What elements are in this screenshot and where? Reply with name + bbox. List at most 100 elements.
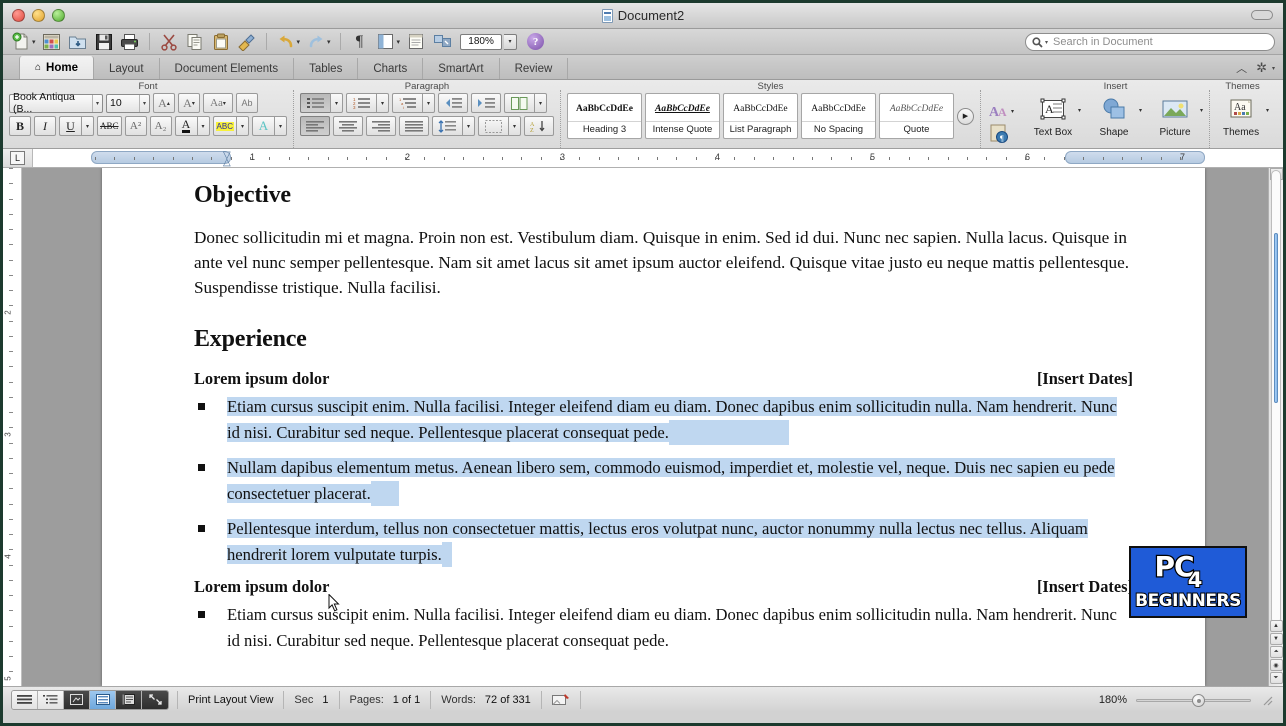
styles-more-button[interactable]: ▶ [957, 108, 974, 125]
bullets-caret-icon[interactable]: ▾ [330, 93, 343, 113]
font-size-caret-icon[interactable]: ▾ [139, 95, 146, 112]
list-item[interactable]: Pellentesque interdum, tellus non consec… [194, 516, 1133, 567]
save-floppy-icon[interactable] [92, 31, 116, 53]
toolbar-toggle-pill[interactable] [1251, 10, 1273, 20]
picture-button[interactable]: Picture [1150, 93, 1200, 138]
zoom-slider-knob[interactable] [1192, 694, 1205, 707]
next-page-icon[interactable]: ⏷ [1270, 672, 1283, 684]
columns-control[interactable]: ▾ [504, 93, 547, 113]
print-layout-icon[interactable] [90, 691, 116, 709]
zoom-dropdown-caret-icon[interactable]: ▾ [504, 34, 517, 50]
numbered-list-icon[interactable]: 123 [346, 93, 376, 113]
borders-caret-icon[interactable]: ▾ [508, 116, 521, 136]
document-page[interactable]: Objective Donec sollicitudin mi et magna… [102, 168, 1205, 686]
bulleted-list-icon[interactable] [300, 93, 330, 113]
grow-font-button[interactable]: A▴ [153, 93, 175, 113]
font-color-caret-icon[interactable]: ▾ [197, 116, 210, 136]
previous-page-icon[interactable]: ⏶ [1270, 646, 1283, 658]
sort-az-icon[interactable]: AZ [524, 116, 554, 136]
undo-arrow-icon[interactable] [274, 31, 298, 53]
track-changes-icon[interactable] [552, 693, 570, 706]
copy-icon[interactable] [183, 31, 207, 53]
shape-control[interactable]: Shape ▾ [1089, 93, 1142, 138]
font-name-combo[interactable]: Book Antiqua (B... ▾ [9, 94, 103, 113]
highlight-control[interactable]: ABC ▾ [213, 116, 249, 136]
tab-home[interactable]: ⌂ Home [19, 56, 94, 79]
tab-charts[interactable]: Charts [358, 58, 423, 79]
sidebar-panel-icon[interactable] [374, 31, 398, 53]
tab-tables[interactable]: Tables [294, 58, 358, 79]
redo-caret-icon[interactable]: ▾ [327, 38, 331, 46]
notebook-icon[interactable] [404, 31, 428, 53]
columns-icon[interactable] [504, 93, 534, 113]
tab-stop-selector[interactable]: L [3, 149, 33, 167]
picture-control[interactable]: Picture ▾ [1150, 93, 1203, 138]
tab-layout[interactable]: Layout [94, 58, 160, 79]
collapse-ribbon-chevron-up-icon[interactable]: ︿ [1236, 60, 1247, 76]
bullets-control[interactable]: ▾ [300, 93, 343, 113]
search-icon[interactable]: ▾ [1032, 37, 1048, 48]
clear-formatting-button[interactable]: Ab [236, 93, 258, 113]
vertical-ruler[interactable]: 2345 [3, 168, 22, 686]
align-center-icon[interactable] [333, 116, 363, 136]
vertical-scrollbar[interactable]: ▲ ▼ ⏶ ◉ ⏷ [1268, 168, 1283, 686]
multilevel-list-icon[interactable]: 1ai [392, 93, 422, 113]
horizontal-ruler[interactable]: ▽ △ 1234567 [33, 149, 1283, 167]
numbering-caret-icon[interactable]: ▾ [376, 93, 389, 113]
scroll-navigation-buttons[interactable]: ▲ ▼ ⏶ ◉ ⏷ [1270, 620, 1282, 684]
align-left-icon[interactable] [300, 116, 330, 136]
style-no-spacing[interactable]: AaBbCcDdEe No Spacing [801, 93, 876, 139]
paintbrush-icon[interactable] [235, 31, 259, 53]
media-browser-icon[interactable] [430, 31, 454, 53]
search-box[interactable]: ▾ Search in Document [1025, 33, 1275, 51]
multilevel-caret-icon[interactable]: ▾ [422, 93, 435, 113]
notebook-layout-icon[interactable] [116, 691, 142, 709]
new-doc-caret-icon[interactable]: ▾ [32, 38, 36, 46]
tab-review[interactable]: Review [500, 58, 569, 79]
underline-button[interactable]: U [59, 116, 81, 136]
gear-caret-icon[interactable]: ▾ [1272, 65, 1275, 72]
underline-control[interactable]: U ▾ [59, 116, 94, 136]
decrease-indent-icon[interactable] [438, 93, 468, 113]
select-browse-object-icon[interactable]: ◉ [1270, 659, 1283, 671]
redo-arrow-icon[interactable] [304, 31, 328, 53]
style-quote[interactable]: AaBbCcDdEe Quote [879, 93, 954, 139]
scroll-up-icon[interactable]: ▲ [1270, 620, 1283, 632]
shrink-font-button[interactable]: A▾ [178, 93, 200, 113]
template-gallery-icon[interactable] [40, 31, 64, 53]
text-box-button[interactable]: A Text Box [1028, 93, 1078, 138]
undo-caret-icon[interactable]: ▾ [297, 38, 301, 46]
document-canvas[interactable]: Objective Donec sollicitudin mi et magna… [22, 168, 1268, 686]
line-spacing-icon[interactable] [432, 116, 462, 136]
toolbar-toggle[interactable] [1251, 10, 1273, 20]
pilcrow-icon[interactable]: ¶ [348, 31, 372, 53]
borders-control[interactable]: ▾ [478, 116, 521, 136]
text-effects-button[interactable]: A [252, 116, 274, 136]
list-item[interactable]: Nullam dapibus elementum metus. Aenean l… [194, 455, 1133, 506]
line-spacing-caret-icon[interactable]: ▾ [462, 116, 475, 136]
superscript-button[interactable]: A² [125, 116, 147, 136]
picture-caret-icon[interactable]: ▾ [1200, 107, 1203, 114]
style-heading-3[interactable]: AaBbCcDdEe Heading 3 [567, 93, 642, 139]
tab-smartart[interactable]: SmartArt [423, 58, 499, 79]
tab-document-elements[interactable]: Document Elements [160, 58, 295, 79]
text-box-control[interactable]: A Text Box ▾ [1028, 93, 1081, 138]
shape-caret-icon[interactable]: ▾ [1139, 107, 1142, 114]
track-changes-cell[interactable] [542, 691, 581, 709]
printer-icon[interactable] [118, 31, 142, 53]
increase-indent-icon[interactable] [471, 93, 501, 113]
align-right-icon[interactable] [366, 116, 396, 136]
wordart-icon[interactable]: AA ▾ [987, 101, 1016, 121]
scissors-icon[interactable] [157, 31, 181, 53]
document-body[interactable]: Objective Donec sollicitudin mi et magna… [194, 182, 1133, 653]
strikethrough-button[interactable]: ABC [97, 116, 122, 136]
publishing-icon[interactable] [64, 691, 90, 709]
shape-button[interactable]: Shape [1089, 93, 1139, 138]
help-icon[interactable]: ? [527, 33, 544, 50]
change-case-button[interactable]: Aa▾ [203, 93, 233, 113]
photo-icon[interactable]: ¶ [987, 124, 1013, 144]
justify-icon[interactable] [399, 116, 429, 136]
view-buttons[interactable] [11, 690, 169, 710]
gear-icon[interactable]: ✲ [1256, 60, 1267, 76]
font-color-control[interactable]: A ▾ [175, 116, 210, 136]
